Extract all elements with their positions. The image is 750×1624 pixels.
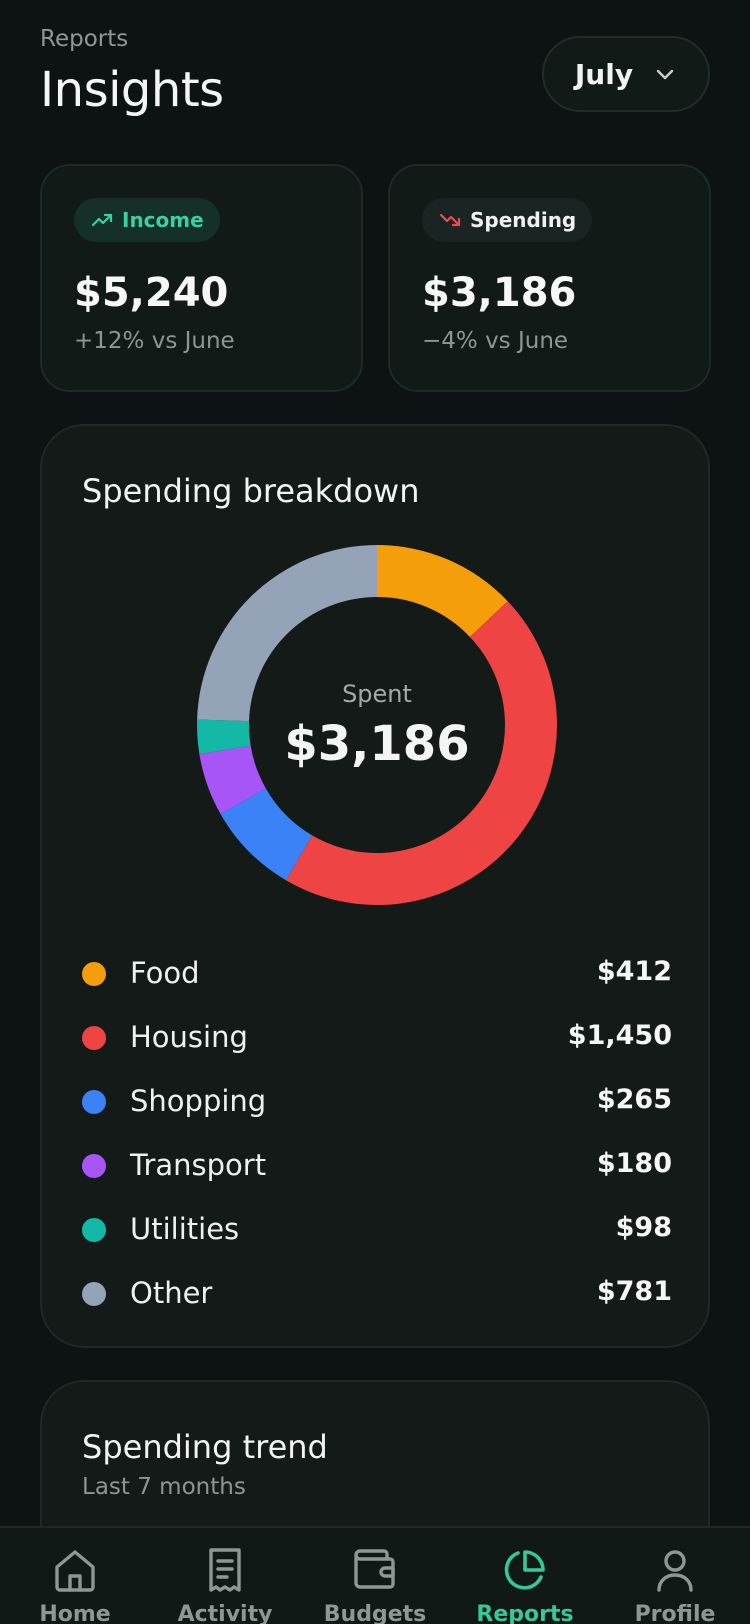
trend-subtitle: Last 7 months — [82, 1474, 246, 1500]
home-icon — [55, 1550, 95, 1592]
legend-item-shopping[interactable]: Shopping $265 — [82, 1070, 672, 1134]
month-label: July — [574, 57, 634, 91]
trending-down-icon — [439, 213, 461, 227]
page-title: Insights — [40, 62, 224, 118]
legend-item-transport[interactable]: Transport $180 — [82, 1134, 672, 1198]
trend-title: Spending trend — [82, 1428, 328, 1466]
legend-item-name: Food — [130, 956, 200, 990]
spending-label: Spending — [470, 208, 577, 232]
trending-up-icon — [91, 213, 113, 227]
donut-center-value: $3,186 — [284, 716, 470, 772]
income-badge: Income — [74, 198, 220, 242]
legend-item-name: Shopping — [130, 1084, 267, 1118]
tab-activity[interactable]: Activity — [150, 1528, 300, 1624]
month-selector-button[interactable]: July — [542, 36, 710, 112]
legend-item-name: Housing — [130, 1020, 248, 1054]
donut-center: Spent $3,186 — [196, 544, 558, 906]
legend-color-dot — [82, 1026, 106, 1050]
tab-label: Home — [39, 1602, 111, 1624]
spending-badge: Spending — [422, 198, 593, 242]
wallet-icon — [354, 1549, 395, 1589]
income-card[interactable]: Income $5,240 +12% vs June — [40, 164, 363, 392]
tab-home[interactable]: Home — [0, 1528, 150, 1624]
legend-item-name: Other — [130, 1276, 213, 1310]
tab-label: Activity — [177, 1602, 273, 1624]
tab-label: Reports — [476, 1602, 574, 1624]
donut-center-label: Spent — [342, 680, 412, 708]
tab-label: Budgets — [323, 1602, 427, 1624]
legend-item-amount: $98 — [615, 1212, 672, 1243]
income-value: $5,240 — [74, 270, 229, 316]
spending-delta: −4% vs June — [422, 328, 569, 354]
legend-item-amount: $1,450 — [567, 1020, 672, 1051]
chevron-down-icon — [656, 69, 674, 80]
income-delta: +12% vs June — [74, 328, 235, 354]
pie-chart-icon — [504, 1550, 545, 1590]
legend-item-utilities[interactable]: Utilities $98 — [82, 1198, 672, 1262]
legend-item-name: Utilities — [130, 1212, 240, 1246]
tab-reports[interactable]: Reports — [450, 1528, 600, 1624]
legend-item-other[interactable]: Other $781 — [82, 1262, 672, 1326]
spending-value: $3,186 — [422, 270, 577, 316]
legend-item-amount: $781 — [596, 1276, 672, 1307]
legend-item-housing[interactable]: Housing $1,450 — [82, 1006, 672, 1070]
legend-item-amount: $412 — [596, 956, 672, 987]
income-label: Income — [122, 208, 204, 232]
receipt-icon — [209, 1548, 241, 1592]
legend-item-food[interactable]: Food $412 — [82, 942, 672, 1006]
legend-color-dot — [82, 1282, 106, 1306]
legend-color-dot — [82, 1218, 106, 1242]
tab-profile[interactable]: Profile — [600, 1528, 750, 1624]
spending-card[interactable]: Spending $3,186 −4% vs June — [388, 164, 711, 392]
breakdown-title: Spending breakdown — [82, 472, 420, 510]
legend-color-dot — [82, 1090, 106, 1114]
legend-item-amount: $265 — [596, 1084, 672, 1115]
bottom-tab-bar: Home Activity Budgets Reports Profile — [0, 1526, 750, 1624]
legend-color-dot — [82, 1154, 106, 1178]
legend-color-dot — [82, 962, 106, 986]
user-icon — [657, 1550, 693, 1592]
tab-label: Profile — [634, 1602, 716, 1624]
legend-item-amount: $180 — [596, 1148, 672, 1179]
breakdown-legend: Food $412 Housing $1,450 Shopping $265 T… — [82, 942, 672, 1326]
tab-budgets[interactable]: Budgets — [300, 1528, 450, 1624]
spending-breakdown-card: Spending breakdown Spent $3,186 Food $41… — [40, 424, 710, 1348]
page-header: Reports Insights July — [40, 24, 710, 124]
section-eyebrow: Reports — [40, 26, 129, 52]
legend-item-name: Transport — [130, 1148, 267, 1182]
